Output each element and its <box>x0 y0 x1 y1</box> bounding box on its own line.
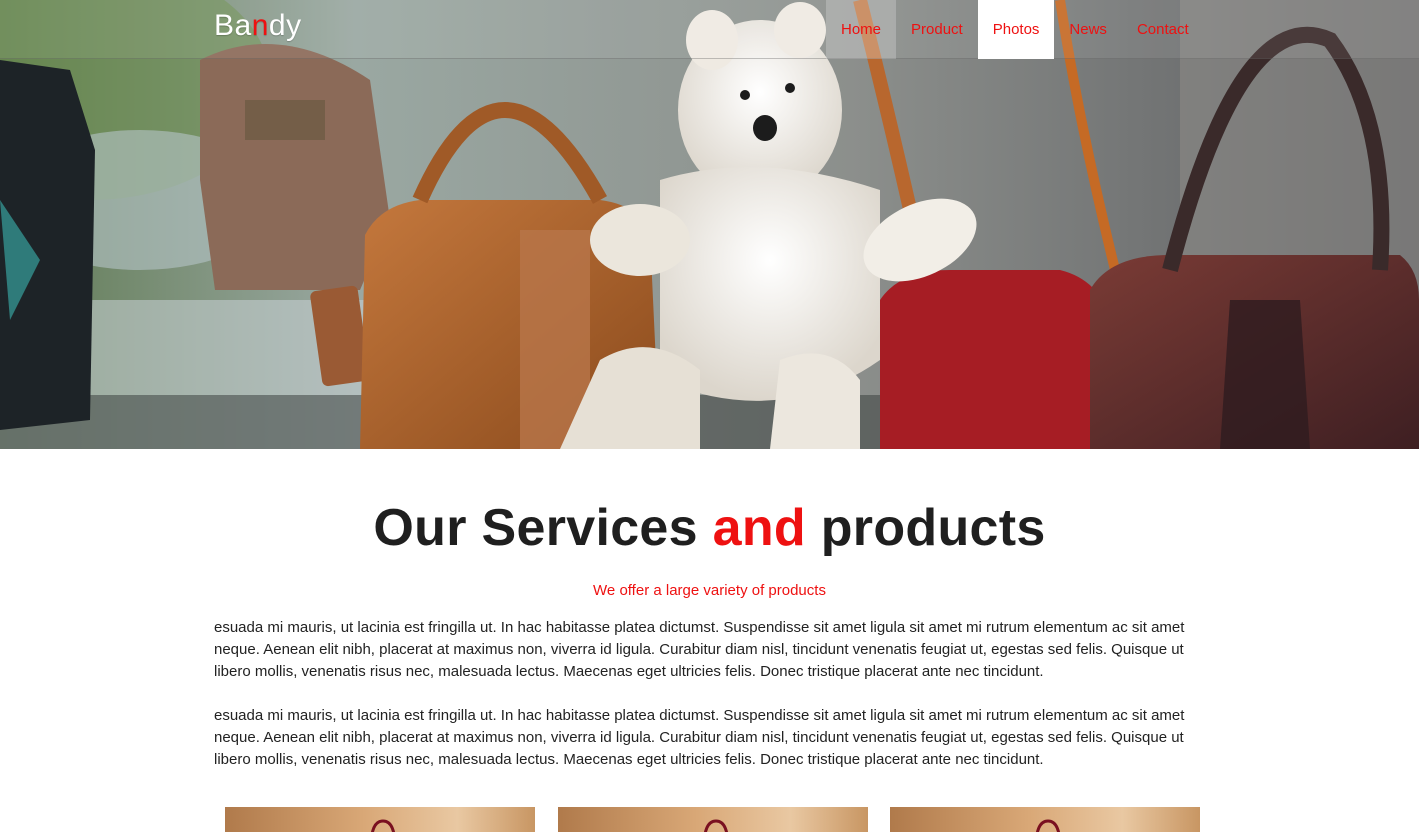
hero-image <box>0 0 1419 449</box>
brand-text-start: Ba <box>214 9 252 42</box>
hero-photo-bags-teddy <box>0 0 1419 449</box>
brand-text-accent: n <box>251 9 269 42</box>
section-paragraph: esuada mi mauris, ut lacinia est fringil… <box>214 707 1185 768</box>
nav-item-contact[interactable]: Contact <box>1122 0 1204 59</box>
handbag-icon <box>370 819 396 832</box>
product-card-image[interactable] <box>225 807 535 832</box>
section-title: Our Services and products <box>0 498 1419 558</box>
product-card-image[interactable] <box>890 807 1200 832</box>
handbag-icon <box>1035 819 1061 832</box>
section-title-start: Our Services <box>373 499 713 557</box>
brand-text-end: dy <box>268 9 302 42</box>
brand-logo[interactable]: Bandy <box>214 9 302 43</box>
main-nav: Home Product Photos News Contact <box>826 0 1204 59</box>
nav-item-photos[interactable]: Photos <box>977 0 1055 59</box>
nav-item-news[interactable]: News <box>1054 0 1122 59</box>
section-title-end: products <box>805 499 1046 557</box>
nav-item-product[interactable]: Product <box>896 0 978 59</box>
section-subtitle: We offer a large variety of products <box>593 582 826 599</box>
product-card-image[interactable] <box>558 807 868 832</box>
handbag-icon <box>703 819 729 832</box>
nav-item-home[interactable]: Home <box>826 0 897 59</box>
section-paragraph: esuada mi mauris, ut lacinia est fringil… <box>214 619 1185 680</box>
navbar: Bandy Home Product Photos News Contact <box>0 0 1419 59</box>
section-title-accent: and <box>712 499 806 557</box>
